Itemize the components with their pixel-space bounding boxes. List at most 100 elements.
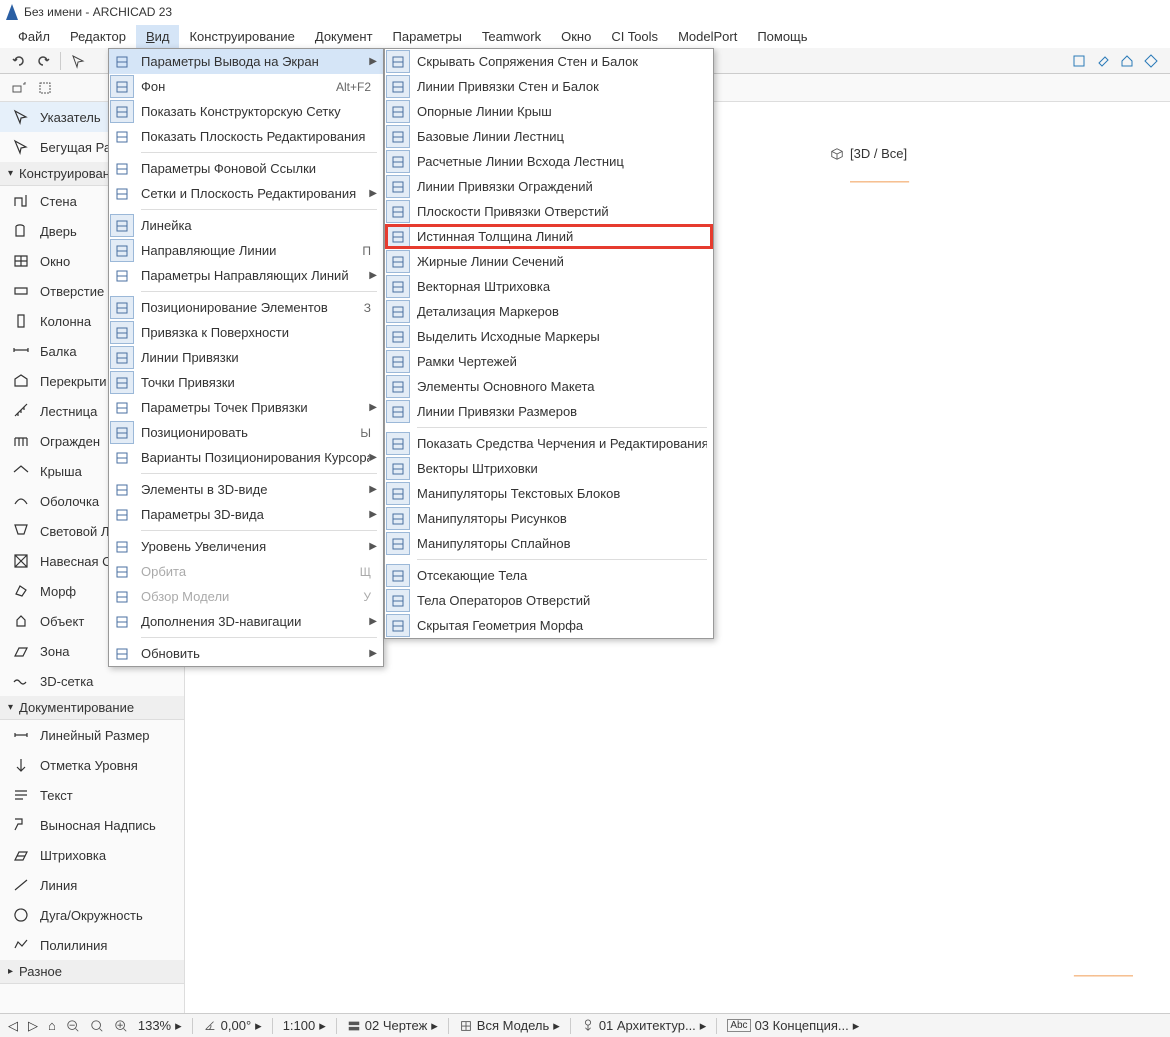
documentation-group-header[interactable]: ▾Документирование [0, 696, 184, 720]
layer-combo[interactable]: 01 Архитектур... ▸ [581, 1018, 707, 1034]
menu-item[interactable]: Базовые Линии Лестниц [385, 124, 713, 149]
menu-item[interactable]: Линии Привязки Размеров [385, 399, 713, 424]
menu-item[interactable]: Линейка [109, 213, 383, 238]
redo-button[interactable] [32, 50, 54, 72]
model-scope[interactable]: Вся Модель ▸ [459, 1018, 560, 1034]
tool-item[interactable]: Линия [0, 870, 184, 900]
menu-item[interactable]: Манипуляторы Рисунков [385, 506, 713, 531]
menu-item[interactable]: Привязка к Поверхности [109, 320, 383, 345]
menu-item[interactable]: Показать Средства Черчения и Редактирова… [385, 431, 713, 456]
menu-item[interactable]: ПозиционироватьЫ [109, 420, 383, 445]
menu-ci tools[interactable]: CI Tools [601, 25, 668, 48]
view-name[interactable]: 02 Чертеж ▸ [347, 1018, 438, 1034]
menu-item[interactable]: Варианты Позиционирования Курсора▶ [109, 445, 383, 470]
zoom-out-button[interactable] [66, 1019, 80, 1033]
menu-item[interactable]: Параметры Направляющих Линий▶ [109, 263, 383, 288]
menu-item[interactable]: ФонAlt+F2 [109, 74, 383, 99]
menu-teamwork[interactable]: Teamwork [472, 25, 551, 48]
zoom-value[interactable]: 133% ▸ [138, 1018, 182, 1034]
nav-back-button[interactable]: ◁ [8, 1018, 18, 1034]
menu-item[interactable]: Элементы в 3D-виде▶ [109, 477, 383, 502]
menu-item[interactable]: Отсекающие Тела [385, 563, 713, 588]
menu-item[interactable]: Показать Конструкторскую Сетку [109, 99, 383, 124]
tool-item[interactable]: Текст [0, 780, 184, 810]
view-tab-label: [3D / Все] [850, 146, 907, 161]
tool-item[interactable]: Линейный Размер [0, 720, 184, 750]
tool-cube-icon[interactable] [1068, 50, 1090, 72]
menu-item[interactable]: Показать Плоскость Редактирования [109, 124, 383, 149]
menu-item[interactable]: Скрывать Сопряжения Стен и Балок [385, 49, 713, 74]
menu-item[interactable]: Линии Привязки Ограждений [385, 174, 713, 199]
nav-fwd-button[interactable]: ▷ [28, 1018, 38, 1034]
menu-item[interactable]: Обновить▶ [109, 641, 383, 666]
menu-item[interactable]: Скрытая Геометрия Морфа [385, 613, 713, 638]
menu-item[interactable]: Сетки и Плоскость Редактирования▶ [109, 181, 383, 206]
menu-item[interactable]: Позиционирование ЭлементовЗ [109, 295, 383, 320]
zoom-in-button[interactable] [114, 1019, 128, 1033]
menu-item[interactable]: Опорные Линии Крыш [385, 99, 713, 124]
menu-item[interactable]: Истинная Толщина Линий [385, 224, 713, 249]
tool-item[interactable]: Штриховка [0, 840, 184, 870]
menu-item[interactable]: Дополнения 3D-навигации▶ [109, 609, 383, 634]
menu-item-label: Параметры Фоновой Ссылки [135, 161, 377, 176]
menu-документ[interactable]: Документ [305, 25, 383, 48]
menu-item[interactable]: Элементы Основного Макета [385, 374, 713, 399]
menu-item[interactable]: Тела Операторов Отверстий [385, 588, 713, 613]
menu-item[interactable]: Параметры Вывода на Экран▶ [109, 49, 383, 74]
angle-value[interactable]: 0,00° ▸ [203, 1018, 262, 1034]
menu-item[interactable]: Рамки Чертежей [385, 349, 713, 374]
menu-item[interactable]: Параметры 3D-вида▶ [109, 502, 383, 527]
nav-home-button[interactable]: ⌂ [48, 1018, 56, 1033]
menu-item[interactable]: Расчетные Линии Всхода Лестниц [385, 149, 713, 174]
menu-конструирование[interactable]: Конструирование [179, 25, 304, 48]
misc-group-header[interactable]: ▸Разное [0, 960, 184, 984]
menu-item[interactable]: Точки Привязки [109, 370, 383, 395]
tool-item[interactable]: Выносная Надпись [0, 810, 184, 840]
tool-icon [10, 340, 32, 362]
tool-eraser-icon[interactable] [1092, 50, 1114, 72]
menu-item[interactable]: Выделить Исходные Маркеры [385, 324, 713, 349]
zoom-fit-button[interactable] [90, 1019, 104, 1033]
pick-button[interactable] [67, 50, 89, 72]
menu-item[interactable]: Параметры Точек Привязки▶ [109, 395, 383, 420]
menu-редактор[interactable]: Редактор [60, 25, 136, 48]
tool-item[interactable]: Полилиния [0, 930, 184, 960]
menu-item[interactable]: Линии Привязки Стен и Балок [385, 74, 713, 99]
menu-item-icon [386, 175, 410, 198]
menu-item[interactable]: Детализация Маркеров [385, 299, 713, 324]
menu-item-icon [110, 421, 134, 444]
menu-окно[interactable]: Окно [551, 25, 601, 48]
tool-icon [10, 580, 32, 602]
tool-item[interactable]: 3D-сетка [0, 666, 184, 696]
menu-помощь[interactable]: Помощь [747, 25, 817, 48]
menu-item-label: Точки Привязки [135, 375, 377, 390]
menu-параметры[interactable]: Параметры [383, 25, 472, 48]
tool-icon [10, 460, 32, 482]
menu-item[interactable]: Жирные Линии Сечений [385, 249, 713, 274]
tool-home-icon[interactable] [1116, 50, 1138, 72]
select-mode-icon[interactable] [8, 77, 30, 99]
undo-button[interactable] [8, 50, 30, 72]
marquee-mode-icon[interactable] [34, 77, 56, 99]
menu-item[interactable]: Манипуляторы Сплайнов [385, 531, 713, 556]
menu-item[interactable]: Векторная Штриховка [385, 274, 713, 299]
tool-icon [10, 490, 32, 512]
menu-item-icon [386, 375, 410, 398]
menu-файл[interactable]: Файл [8, 25, 60, 48]
menu-item[interactable]: Параметры Фоновой Ссылки [109, 156, 383, 181]
menu-вид[interactable]: Вид [136, 25, 180, 48]
menu-item[interactable]: Векторы Штриховки [385, 456, 713, 481]
tool-item[interactable]: Отметка Уровня [0, 750, 184, 780]
menu-item[interactable]: Плоскости Привязки Отверстий [385, 199, 713, 224]
menu-modelport[interactable]: ModelPort [668, 25, 747, 48]
menu-item[interactable]: Линии Привязки [109, 345, 383, 370]
pen-set[interactable]: Abc 03 Концепция... ▸ [727, 1018, 859, 1034]
view-tab-3d[interactable]: [3D / Все] [820, 142, 917, 165]
menu-item[interactable]: Направляющие ЛинииП [109, 238, 383, 263]
tool-diamond-icon[interactable] [1140, 50, 1162, 72]
scale-value[interactable]: 1:100 ▸ [283, 1018, 326, 1034]
menu-item[interactable]: Уровень Увеличения▶ [109, 534, 383, 559]
menu-item[interactable]: Манипуляторы Текстовых Блоков [385, 481, 713, 506]
menu-item-label: Детализация Маркеров [411, 304, 707, 319]
tool-item[interactable]: Дуга/Окруж­ность [0, 900, 184, 930]
